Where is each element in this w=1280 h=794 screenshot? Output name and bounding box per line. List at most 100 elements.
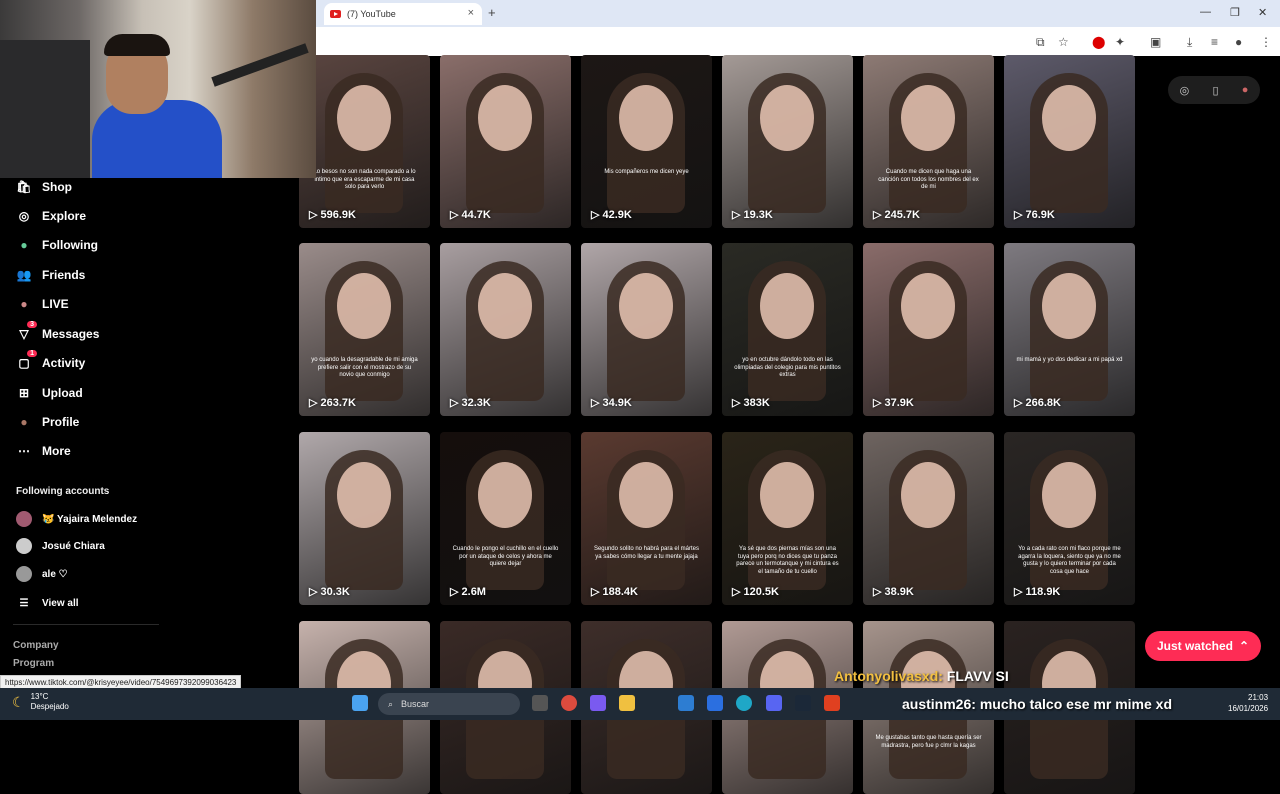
video-thumbnail-face: [619, 273, 673, 339]
folder-icon[interactable]: [619, 695, 635, 711]
sidebar-item-label: Activity: [42, 356, 86, 370]
windows-start-icon[interactable]: [352, 695, 368, 711]
video-thumbnail-face: [760, 85, 814, 151]
sidebar-item-messages[interactable]: ▽ 3 Messages: [16, 321, 99, 345]
play-icon: ▷: [873, 397, 885, 409]
avatar: [16, 538, 32, 554]
sidebar-item-label: Profile: [42, 415, 80, 429]
minimize-button[interactable]: —: [1200, 6, 1211, 18]
app-icon[interactable]: [824, 695, 840, 711]
view-count: ▷ 118.9K: [1014, 585, 1060, 598]
sidebar-item-friends[interactable]: 👥 Friends: [16, 264, 86, 286]
copilot-icon[interactable]: [590, 695, 606, 711]
avatar: [16, 511, 32, 527]
steam-icon[interactable]: [795, 695, 811, 711]
footer-company-link[interactable]: Company: [13, 640, 59, 651]
clock-time: 21:03: [1248, 693, 1269, 702]
video-card[interactable]: Cuando me dicen que haga una canción con…: [863, 55, 994, 228]
play-icon: ▷: [732, 209, 744, 221]
video-card[interactable]: ▷ 44.7K: [440, 55, 571, 228]
video-thumbnail-face: [760, 273, 814, 339]
view-count: ▷ 2.6M: [450, 585, 486, 598]
video-caption: Me gustabas tanto que hasta quería ser m…: [875, 735, 982, 749]
video-card[interactable]: Mis compañeros me dicen yeye ▷ 42.9K: [581, 55, 712, 228]
play-icon: ▷: [450, 586, 462, 598]
video-card[interactable]: Lo besos no son nada comparado a lo inti…: [299, 55, 430, 228]
play-icon: ▷: [450, 209, 462, 221]
video-card[interactable]: mi mamá y yo dos dedicar a mi papá xd ▷ 2…: [1004, 243, 1135, 416]
maximize-button[interactable]: ❐: [1230, 6, 1240, 19]
chat-text: FLAVV SI: [946, 668, 1009, 684]
view-count: ▷ 30.3K: [309, 585, 350, 598]
taskbar-search[interactable]: ⌕ Buscar: [378, 693, 520, 715]
side-panel-icon[interactable]: ▣: [1150, 35, 1161, 49]
sidebar-item-shop[interactable]: 🛍 Shop: [16, 176, 72, 198]
view-count: ▷ 76.9K: [1014, 208, 1055, 221]
dropbox-icon[interactable]: [707, 695, 723, 711]
video-thumbnail-face: [760, 462, 814, 528]
compass-icon: ◎: [18, 209, 30, 223]
sidebar-item-live[interactable]: ● LIVE: [16, 293, 68, 315]
weather-widget[interactable]: ☾ 13°C Despejado: [12, 692, 69, 713]
view-all-link[interactable]: ☰ View all: [16, 593, 79, 613]
chrome-icon[interactable]: [561, 695, 577, 711]
video-card[interactable]: yo cuando la desagradable de mi amiga pr…: [299, 243, 430, 416]
view-count: ▷ 44.7K: [450, 208, 491, 221]
view-count-value: 188.4K: [602, 586, 638, 598]
messages-badge: 3: [27, 321, 37, 328]
video-card[interactable]: ▷ 38.9K: [863, 432, 994, 605]
chat-user: austinm26:: [902, 696, 976, 712]
download-icon[interactable]: ⤓: [1187, 35, 1192, 50]
sidebar-item-following[interactable]: ● Following: [16, 234, 98, 256]
mobile-icon[interactable]: ▯: [1212, 84, 1218, 97]
system-clock[interactable]: 21:03 16/01/2026: [1228, 692, 1268, 714]
mail-icon[interactable]: [678, 695, 694, 711]
following-account[interactable]: ale ♡: [16, 564, 68, 584]
video-thumbnail-face: [619, 85, 673, 151]
menu-icon[interactable]: ⋮: [1260, 35, 1272, 49]
video-thumbnail-face: [1042, 273, 1096, 339]
search-icon: ⌕: [388, 698, 394, 709]
video-grid: Lo besos no son nada comparado a lo inti…: [299, 0, 1139, 794]
following-account[interactable]: Josué Chiara: [16, 536, 105, 556]
video-thumbnail-face: [478, 273, 532, 339]
video-card[interactable]: ▷ 37.9K: [863, 243, 994, 416]
video-card[interactable]: ▷ 19.3K: [722, 55, 853, 228]
play-icon: ▷: [309, 586, 321, 598]
media-icon[interactable]: ≡: [1211, 35, 1218, 49]
sidebar-item-label: Upload: [42, 386, 83, 400]
task-view-icon[interactable]: [532, 695, 548, 711]
sidebar-item-explore[interactable]: ◎ Explore: [16, 205, 86, 227]
view-count-value: 76.9K: [1025, 209, 1055, 221]
sidebar-item-activity[interactable]: ▢ 1 Activity: [16, 350, 86, 374]
play-icon: ▷: [1014, 397, 1026, 409]
video-card[interactable]: Cuando le pongo el cuchillo en el cuello…: [440, 432, 571, 605]
send-icon: ▽ 3: [16, 321, 37, 342]
sidebar-item-profile[interactable]: ● Profile: [16, 411, 79, 433]
sidebar-item-more[interactable]: ⋯ More: [16, 440, 71, 462]
just-watched-button[interactable]: Just watched ⌃: [1145, 631, 1261, 661]
following-account[interactable]: 😿 Yajaira Melendez: [16, 509, 137, 529]
compass-icon[interactable]: ◎: [1180, 84, 1190, 97]
following-accounts-title: Following accounts: [16, 486, 110, 497]
view-count-value: 42.9K: [602, 209, 632, 221]
video-card[interactable]: Yo a cada rato con mi flaco porque me ag…: [1004, 432, 1135, 605]
discord-icon[interactable]: [766, 695, 782, 711]
video-card[interactable]: yo en octubre dándolo todo en las olimpi…: [722, 243, 853, 416]
video-card[interactable]: Segundo solito no habrá para el mártes y…: [581, 432, 712, 605]
view-count: ▷ 245.7K: [873, 208, 920, 221]
video-card[interactable]: ▷ 32.3K: [440, 243, 571, 416]
user-avatar[interactable]: ●: [1242, 84, 1249, 96]
profile-avatar-icon[interactable]: ●: [1235, 35, 1242, 49]
video-card[interactable]: Ya sé que dos piernas mías son una tuya …: [722, 432, 853, 605]
video-card[interactable]: ▷ 34.9K: [581, 243, 712, 416]
footer-program-link[interactable]: Program: [13, 658, 54, 669]
edge-icon[interactable]: [736, 695, 752, 711]
view-count-value: 34.9K: [602, 397, 632, 409]
sidebar-item-upload[interactable]: ⊞ Upload: [16, 382, 83, 404]
weather-status: Despejado: [30, 702, 69, 712]
video-card[interactable]: ▷ 30.3K: [299, 432, 430, 605]
close-window-button[interactable]: ✕: [1258, 6, 1267, 19]
activity-icon: ▢ 1: [16, 350, 37, 371]
video-card[interactable]: ▷ 76.9K: [1004, 55, 1135, 228]
